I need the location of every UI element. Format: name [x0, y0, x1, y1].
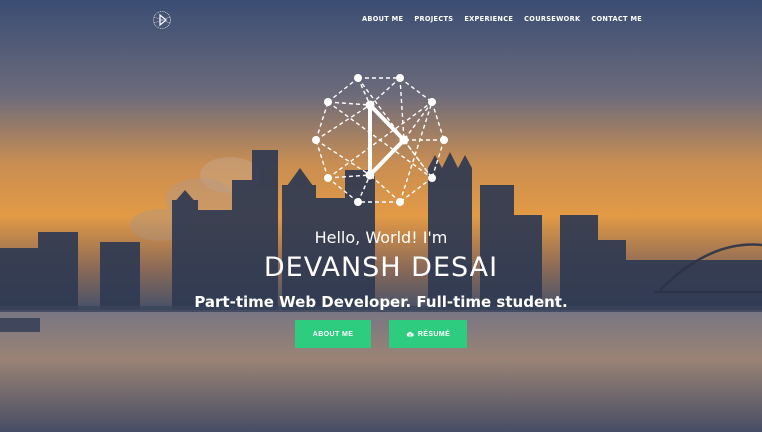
- resume-button-label: RÉSUMÉ: [417, 330, 451, 338]
- hero-buttons: ABOUT ME RÉSUMÉ: [0, 320, 762, 348]
- hero-greeting: Hello, World! I'm: [314, 228, 448, 247]
- hero-tagline: Part-time Web Developer. Full-time stude…: [194, 293, 568, 311]
- about-me-button[interactable]: ABOUT ME: [295, 320, 371, 348]
- resume-button[interactable]: RÉSUMÉ: [389, 320, 467, 348]
- nav-link-experience[interactable]: EXPERIENCE: [464, 15, 513, 23]
- about-me-button-label: ABOUT ME: [312, 330, 354, 338]
- top-navbar: ABOUT ME PROJECTS EXPERIENCE COURSEWORK …: [0, 0, 762, 40]
- nav-link-about-me[interactable]: ABOUT ME: [362, 15, 403, 23]
- play-network-logo-icon[interactable]: [152, 10, 172, 30]
- cloud-download-icon: [406, 331, 414, 337]
- nav-link-projects[interactable]: PROJECTS: [414, 15, 453, 23]
- hero-name: DEVANSH DESAI: [263, 252, 499, 283]
- nav-links: ABOUT ME PROJECTS EXPERIENCE COURSEWORK …: [362, 15, 642, 23]
- play-network-logo-icon: [312, 74, 448, 206]
- nav-link-contact-me[interactable]: CONTACT ME: [591, 15, 642, 23]
- hero-background-city-image: [0, 0, 762, 432]
- nav-link-coursework[interactable]: COURSEWORK: [524, 15, 580, 23]
